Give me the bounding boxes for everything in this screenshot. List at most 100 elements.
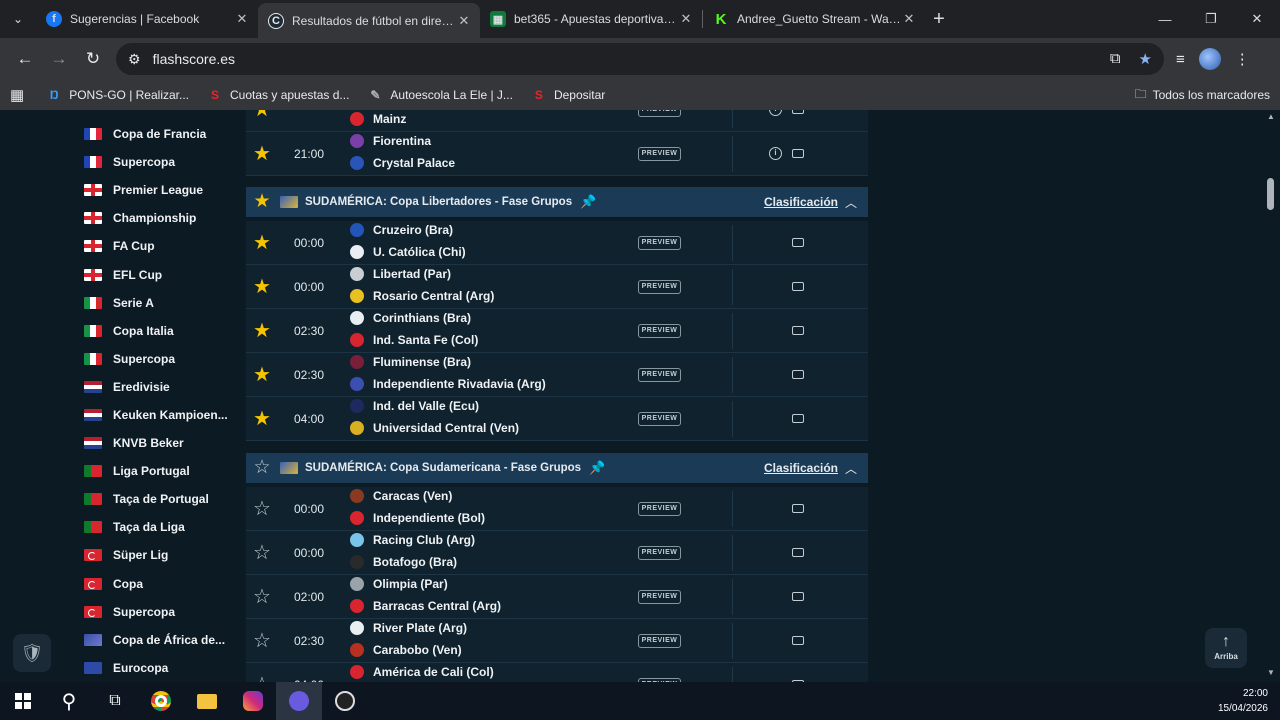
sidebar-item[interactable]: Championship [84,204,234,232]
preview-badge[interactable]: PREVIEW [638,324,681,338]
apps-grid-icon[interactable]: ▦ [10,86,24,104]
league-star-icon[interactable]: ☆ [252,458,272,478]
match-row[interactable]: ☆ 00:00 Caracas (Ven) Independiente (Bol) PR… [246,487,868,531]
tv-broadcast-icon[interactable] [792,110,804,114]
search-icon[interactable]: ⚲ [46,682,92,720]
sidebar-item[interactable]: KNVB Beker [84,429,234,457]
tv-broadcast-icon[interactable] [792,326,804,335]
sidebar-item[interactable]: Supercopa [84,148,234,176]
sidebar-item[interactable]: EFL Cup [84,260,234,288]
restore-icon[interactable]: ❐ [1188,0,1234,38]
bookmark-star-icon[interactable]: ★ [1139,50,1152,68]
tv-broadcast-icon[interactable] [792,592,804,601]
league-star-icon[interactable]: ★ [252,192,272,212]
sidebar-item[interactable]: FA Cup [84,232,234,260]
privacy-shield-button[interactable]: 🛡 [13,634,51,672]
sidebar-item[interactable]: Süper Lig [84,541,234,569]
sidebar-item[interactable]: Eredivisie [84,373,234,401]
tab-search-chevron-icon[interactable]: ⌄ [0,0,36,38]
tv-broadcast-icon[interactable] [792,370,804,379]
tv-broadcast-icon[interactable] [792,282,804,291]
sidebar-item[interactable]: Supercopa [84,598,234,626]
preview-badge[interactable]: PREVIEW [638,368,681,382]
page-scrollbar[interactable]: ▲ ▼ [1262,110,1280,682]
install-app-icon[interactable]: ⧉ [1110,50,1121,68]
preview-badge[interactable]: PREVIEW [638,280,681,294]
bookmark-item[interactable]: ✎ Autoescola La Ele | J... [367,87,513,103]
preview-badge[interactable]: PREVIEW [638,502,681,516]
preview-badge[interactable]: PREVIEW [638,634,681,648]
tv-broadcast-icon[interactable] [792,504,804,513]
sidebar-item[interactable]: Taça da Liga [84,513,234,541]
windows-start-icon[interactable] [0,682,46,720]
favorite-star-icon[interactable]: ★ [252,365,272,385]
tab-close-icon[interactable]: ✕ [234,11,250,27]
favorite-star-icon[interactable]: ★ [252,144,272,164]
bookmark-item[interactable]: Ŋ PONS-GO | Realizar... [46,87,189,103]
all-bookmarks-button[interactable]: 🗀 Todos los marcadores [1135,85,1270,106]
preview-badge[interactable]: PREVIEW [638,110,681,117]
browser-tab[interactable]: ▦ bet365 - Apuestas deportivas en ✕ [480,3,702,35]
chrome-icon[interactable] [138,682,184,720]
scroll-up-arrow-icon[interactable]: ▲ [1267,112,1275,121]
sidebar-item[interactable]: Premier League [84,176,234,204]
sidebar-item[interactable]: Supercopa [84,345,234,373]
info-icon[interactable]: i [769,110,782,116]
favorite-star-icon[interactable]: ☆ [252,587,272,607]
league-name[interactable]: SUDAMÉRICA: Copa Libertadores - Fase Gru… [305,196,572,208]
sidebar-item[interactable]: Keuken Kampioen... [84,401,234,429]
standings-link[interactable]: Clasificación [764,195,838,209]
media-controls-icon[interactable]: ≡ [1176,51,1185,68]
address-bar[interactable]: ⚙ flashscore.es ⧉ ★ [116,43,1164,75]
favorite-star-icon[interactable]: ★ [252,110,272,120]
sidebar-item[interactable]: Copa de África de... [84,626,234,654]
instagram-icon[interactable] [230,682,276,720]
preview-badge[interactable]: PREVIEW [638,236,681,250]
browser-tab[interactable]: f Sugerencias | Facebook ✕ [36,3,258,35]
favorite-star-icon[interactable]: ☆ [252,543,272,563]
favorite-star-icon[interactable]: ★ [252,233,272,253]
favorite-star-icon[interactable]: ☆ [252,499,272,519]
preview-badge[interactable]: PREVIEW [638,590,681,604]
tv-broadcast-icon[interactable] [792,414,804,423]
preview-badge[interactable]: PREVIEW [638,147,681,161]
sidebar-item[interactable]: Copa [84,570,234,598]
sidebar-item[interactable]: Copa de Francia [84,120,234,148]
favorite-star-icon[interactable]: ☆ [252,675,272,682]
tv-broadcast-icon[interactable] [792,149,804,158]
forward-arrow-icon[interactable]: → [42,42,76,76]
pin-icon[interactable]: 📌 [589,460,605,476]
chevron-up-icon[interactable]: ︿ [838,194,864,211]
match-row[interactable]: ☆ 02:30 River Plate (Arg) Carabobo (Ven) PRE… [246,619,868,663]
chevron-up-icon[interactable]: ︿ [838,460,864,477]
tv-broadcast-icon[interactable] [792,636,804,645]
info-icon[interactable]: i [769,147,782,160]
new-tab-button[interactable]: + [925,3,953,35]
match-row[interactable]: ☆04:00América de Cali (Col)PREVIEW [246,663,868,682]
scroll-top-button[interactable]: ↑ Arriba [1205,628,1247,668]
minimize-icon[interactable]: — [1142,0,1188,38]
menu-kebab-icon[interactable]: ⋮ [1235,50,1250,68]
match-row[interactable]: ☆ 02:00 Olimpia (Par) Barracas Central (Arg… [246,575,868,619]
favorite-star-icon[interactable]: ★ [252,321,272,341]
scrollbar-thumb[interactable] [1267,178,1274,210]
scroll-down-arrow-icon[interactable]: ▼ [1267,668,1275,677]
favorite-star-icon[interactable]: ☆ [252,631,272,651]
standings-link[interactable]: Clasificación [764,461,838,475]
discord-icon[interactable] [276,682,322,720]
match-row[interactable]: ★ 21:00 Fiorentina Crystal Palace PREVIEW i [246,132,868,176]
league-name[interactable]: SUDAMÉRICA: Copa Sudamericana - Fase Gru… [305,462,581,474]
match-row[interactable]: ★ 02:30 Corinthians (Bra) Ind. Santa Fe (Co… [246,309,868,353]
reload-icon[interactable]: ↻ [76,42,110,76]
recording-app-icon[interactable] [322,682,368,720]
browser-tab[interactable]: C Resultados de fútbol en directo ✕ [258,3,480,38]
favorite-star-icon[interactable]: ★ [252,277,272,297]
bookmark-item[interactable]: S Depositar [531,87,605,103]
tab-close-icon[interactable]: ✕ [456,13,472,29]
task-view-icon[interactable]: ⧉ [92,682,138,720]
favorite-star-icon[interactable]: ★ [252,409,272,429]
match-row[interactable]: ★ 00:00 Cruzeiro (Bra) U. Católica (Chi) PRE… [246,221,868,265]
system-clock[interactable]: 22:00 15/04/2026 [1218,686,1268,716]
back-arrow-icon[interactable]: ← [8,42,42,76]
match-row[interactable]: ★ 00:00 Libertad (Par) Rosario Central (Arg… [246,265,868,309]
